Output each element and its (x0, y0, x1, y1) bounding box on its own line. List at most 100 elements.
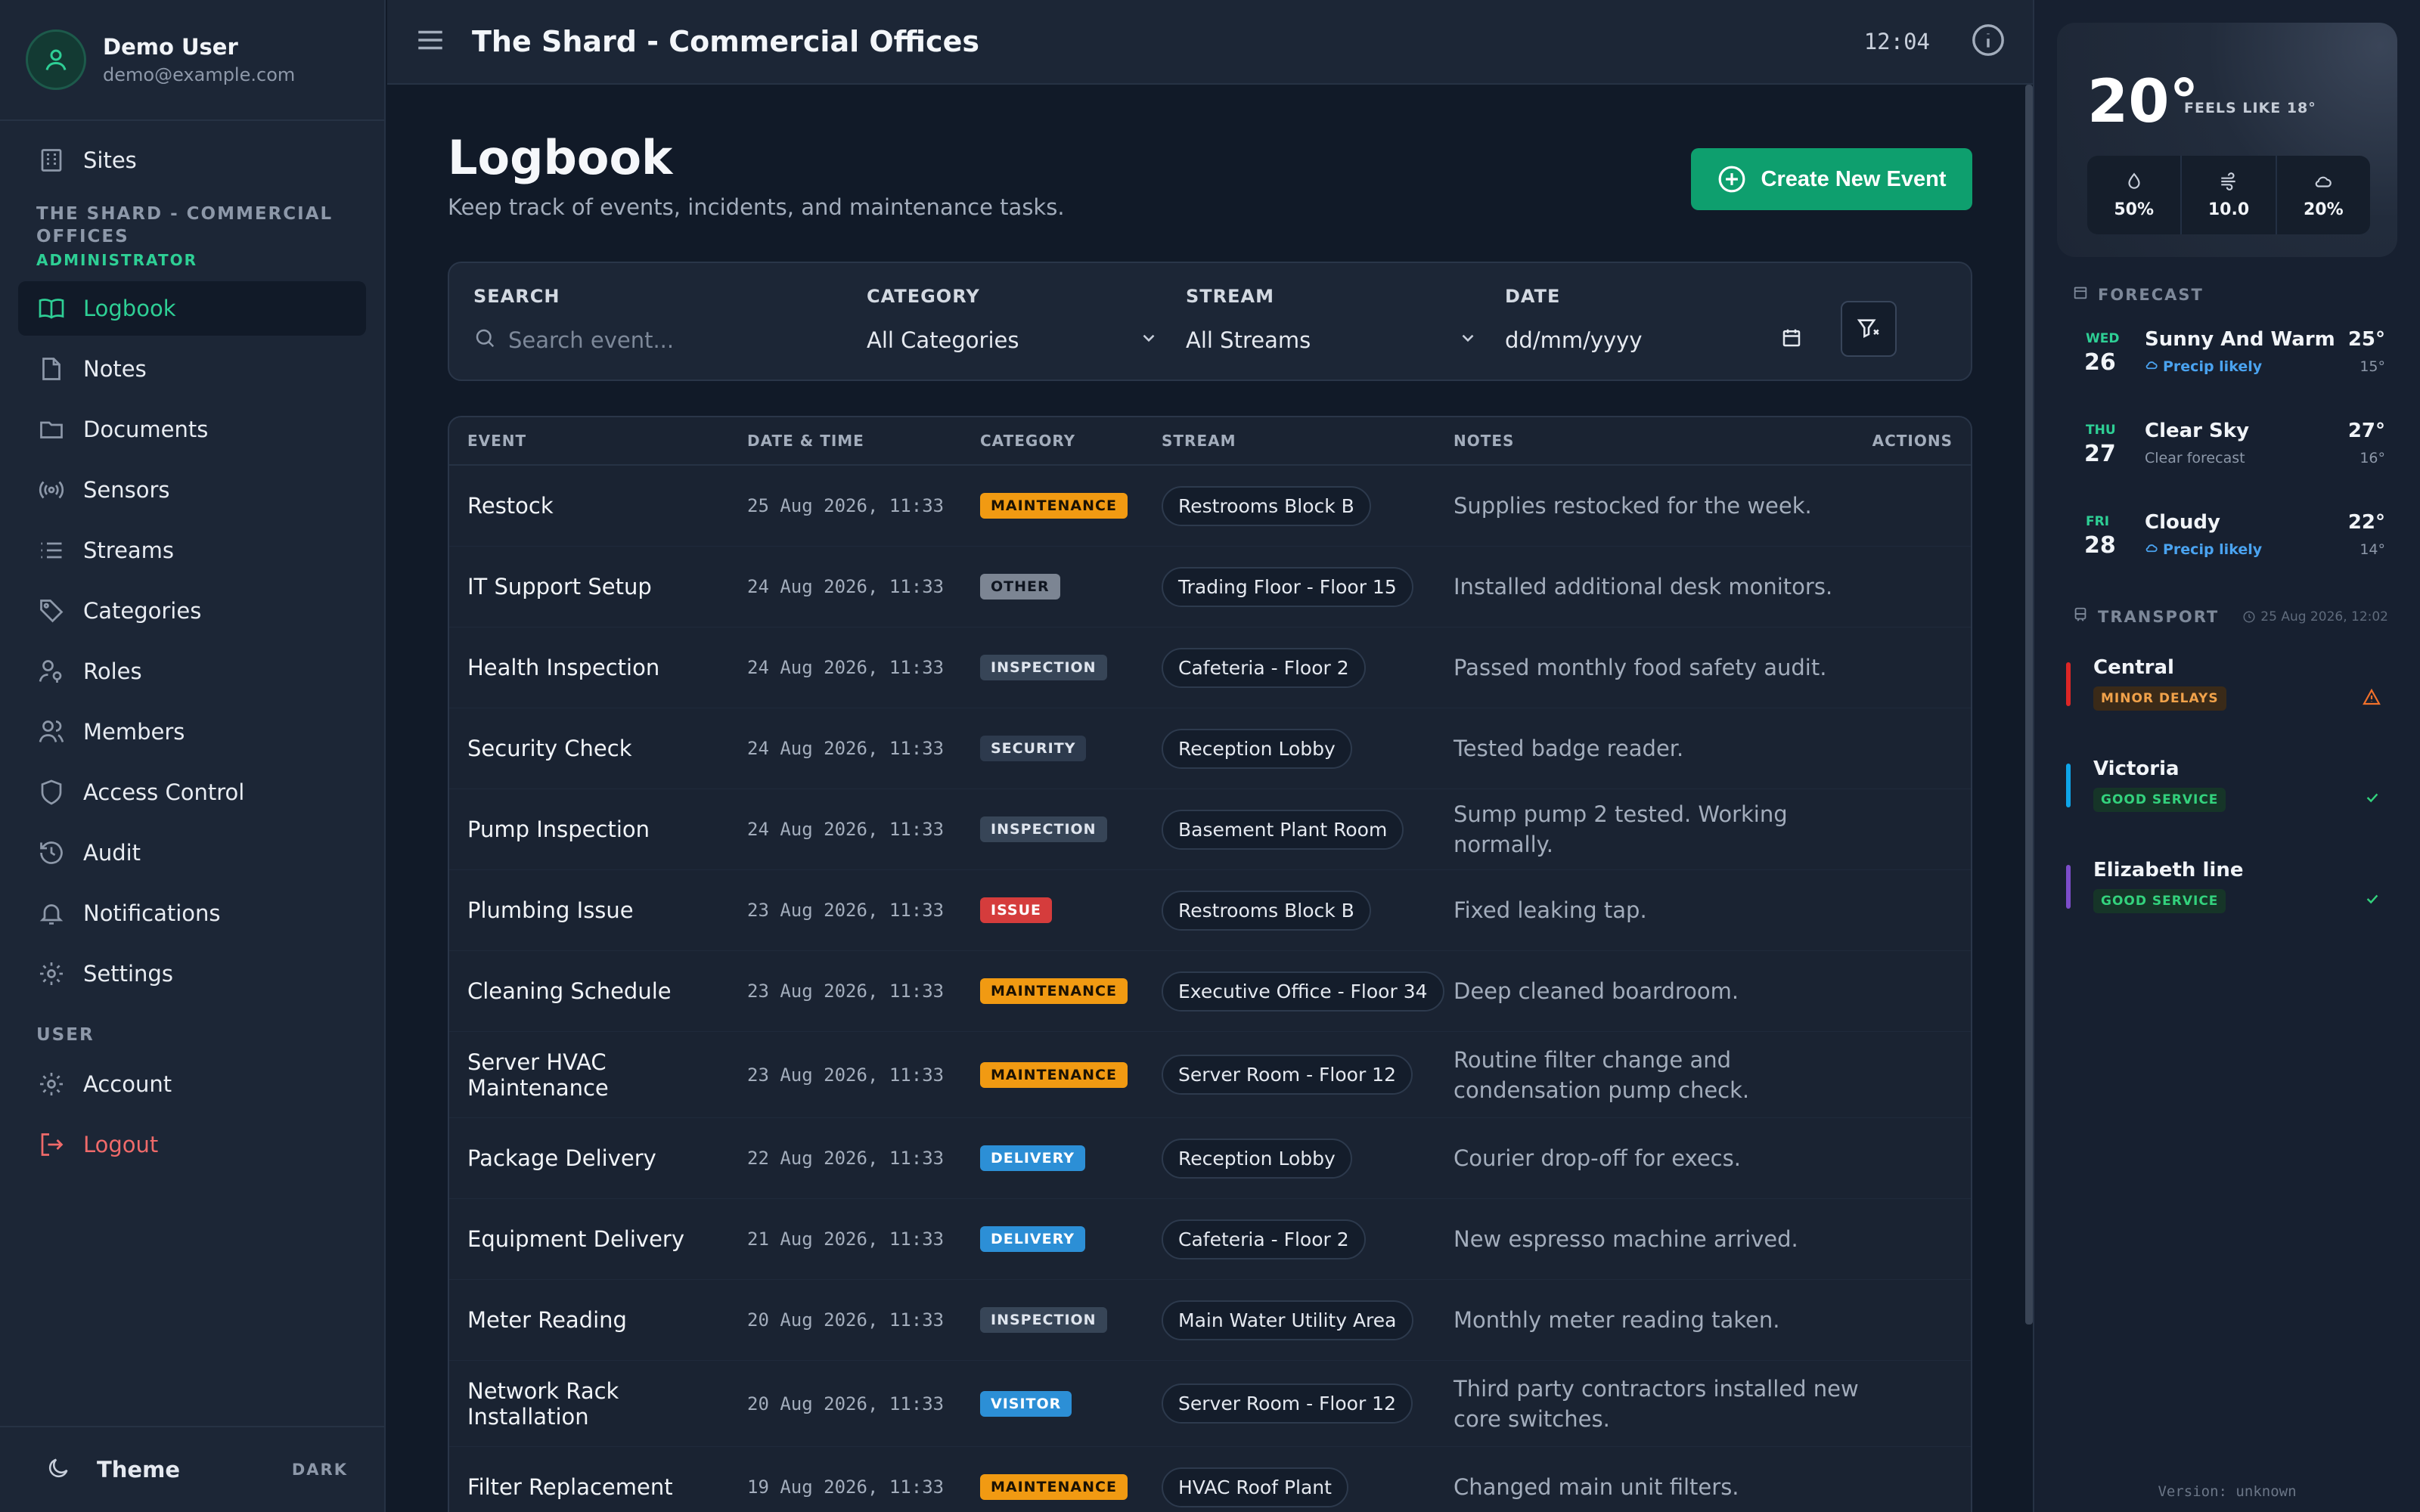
table-body: Restock 25 Aug 2026, 11:33 MAINTENANCE Rest… (449, 466, 1971, 1512)
stream-pill[interactable]: Basement Plant Room (1162, 809, 1404, 850)
event-stream: Restrooms Block B (1162, 890, 1454, 931)
current-temperature: 20° (2087, 68, 2199, 136)
forecast-high: 25° (2347, 328, 2385, 351)
sidebar-item-categories[interactable]: Categories (18, 584, 366, 638)
table-row[interactable]: Package Delivery 22 Aug 2026, 11:33 DELIVE… (449, 1118, 1971, 1199)
event-category: MAINTENANCE (980, 1061, 1162, 1088)
table-row[interactable]: Pump Inspection 24 Aug 2026, 11:33 INSPECT… (449, 789, 1971, 870)
stream-pill[interactable]: Restrooms Block B (1162, 890, 1371, 931)
sidebar-item-logout[interactable]: Logout (18, 1117, 366, 1172)
table-row[interactable]: IT Support Setup 24 Aug 2026, 11:33 OTHER T… (449, 547, 1971, 627)
table-row[interactable]: Meter Reading 20 Aug 2026, 11:33 INSPECTIO… (449, 1280, 1971, 1361)
main-scrollbar[interactable] (2025, 85, 2033, 1325)
table-row[interactable]: Network Rack Installation 20 Aug 2026, 11… (449, 1361, 1971, 1447)
sidebar-item-documents[interactable]: Documents (18, 402, 366, 457)
sidebar-item-notifications[interactable]: Notifications (18, 886, 366, 940)
table-row[interactable]: Security Check 24 Aug 2026, 11:33 SECURITY… (449, 708, 1971, 789)
category-badge: INSPECTION (980, 655, 1107, 680)
sidebar-item-streams[interactable]: Streams (18, 523, 366, 578)
transport-line[interactable]: Central MINOR DELAYS (2066, 652, 2391, 735)
menu-icon[interactable] (414, 24, 446, 59)
theme-toggle[interactable]: Theme DARK (0, 1426, 384, 1512)
table-row[interactable]: Equipment Delivery 21 Aug 2026, 11:33 DELI… (449, 1199, 1971, 1280)
event-notes: Passed monthly food safety audit. (1454, 655, 1827, 680)
sidebar-item-sensors[interactable]: Sensors (18, 463, 366, 517)
sidebar-item-account[interactable]: Account (18, 1057, 366, 1111)
date-input[interactable]: dd/mm/yyyy (1505, 318, 1803, 363)
event-notes: Tested badge reader. (1454, 736, 1684, 761)
stream-pill[interactable]: Cafeteria - Floor 2 (1162, 1219, 1366, 1259)
stream-pill[interactable]: Reception Lobby (1162, 728, 1352, 769)
table-row[interactable]: Filter Replacement 19 Aug 2026, 11:33 MAIN… (449, 1447, 1971, 1512)
humidity-value: 50% (2114, 200, 2154, 219)
event-name: Health Inspection (467, 655, 660, 680)
stream-pill[interactable]: Trading Floor - Floor 15 (1162, 566, 1413, 607)
forecast-heading: FORECAST (2072, 284, 2204, 305)
transport-line[interactable]: Elizabeth line GOOD SERVICE (2066, 854, 2391, 937)
sidebar-item-label: Audit (83, 840, 141, 866)
folder-icon (36, 414, 67, 445)
date-label: DATE (1505, 286, 1561, 307)
event-date: 23 Aug 2026, 11:33 (747, 981, 945, 1002)
stream-pill[interactable]: Executive Office - Floor 34 (1162, 971, 1444, 1012)
category-badge: SECURITY (980, 736, 1087, 761)
event-date: 21 Aug 2026, 11:33 (747, 1228, 945, 1250)
sidebar-item-access-control[interactable]: Access Control (18, 765, 366, 820)
col-stream[interactable]: STREAM (1162, 432, 1454, 450)
calendar-icon[interactable] (1780, 327, 1803, 355)
event-date: 24 Aug 2026, 11:33 (747, 576, 945, 597)
info-icon[interactable] (1971, 23, 2006, 60)
stream-pill[interactable]: HVAC Roof Plant (1162, 1467, 1348, 1507)
cloud-value: 20% (2303, 200, 2344, 219)
stream-pill[interactable]: Reception Lobby (1162, 1138, 1352, 1179)
sidebar-item-members[interactable]: Members (18, 705, 366, 759)
sidebar-item-label: Notes (83, 356, 147, 382)
date-filter: DATE dd/mm/yyyy (1505, 286, 1803, 363)
cloud-icon (2313, 172, 2333, 194)
event-category: INSPECTION (980, 1307, 1162, 1333)
sidebar-item-logbook[interactable]: Logbook (18, 281, 366, 336)
sidebar-item-roles[interactable]: Roles (18, 644, 366, 699)
clear-filters-button[interactable] (1841, 301, 1897, 357)
sidebar-item-settings[interactable]: Settings (18, 947, 366, 1001)
event-name: Plumbing Issue (467, 897, 634, 923)
transport-line[interactable]: Victoria GOOD SERVICE (2066, 753, 2391, 836)
sidebar-item-audit[interactable]: Audit (18, 826, 366, 880)
create-event-button[interactable]: Create New Event (1691, 148, 1972, 210)
stream-pill[interactable]: Server Room - Floor 12 (1162, 1383, 1413, 1424)
event-name: Restock (467, 493, 554, 519)
event-date: 19 Aug 2026, 11:33 (747, 1476, 945, 1498)
stream-select[interactable]: All Streams (1186, 318, 1478, 363)
events-table: EVENT DATE & TIME CATEGORY STREAM NOTES … (448, 416, 1972, 1512)
col-event[interactable]: EVENT (449, 432, 747, 450)
user-card[interactable]: Demo User demo@example.com (0, 0, 384, 121)
event-date: 23 Aug 2026, 11:33 (747, 900, 945, 921)
users-icon (36, 717, 67, 747)
search-input[interactable]: Search event... (473, 318, 836, 363)
stream-pill[interactable]: Cafeteria - Floor 2 (1162, 647, 1366, 688)
stream-pill[interactable]: Main Water Utility Area (1162, 1300, 1413, 1340)
event-date: 24 Aug 2026, 11:33 (747, 657, 945, 678)
table-row[interactable]: Health Inspection 24 Aug 2026, 11:33 INSPE… (449, 627, 1971, 708)
stream-pill[interactable]: Server Room - Floor 12 (1162, 1055, 1413, 1095)
category-badge: OTHER (980, 574, 1060, 600)
table-row[interactable]: Server HVAC Maintenance 23 Aug 2026, 11:3… (449, 1032, 1971, 1118)
check-icon (2364, 789, 2381, 809)
table-row[interactable]: Restock 25 Aug 2026, 11:33 MAINTENANCE Rest… (449, 466, 1971, 547)
sidebar-item-sites[interactable]: Sites (18, 133, 366, 187)
col-category[interactable]: CATEGORY (980, 432, 1162, 450)
event-name: IT Support Setup (467, 574, 652, 600)
forecast-high: 22° (2347, 511, 2385, 534)
sidebar-item-notes[interactable]: Notes (18, 342, 366, 396)
rain-icon (2145, 544, 2158, 553)
col-date[interactable]: DATE & TIME (747, 432, 980, 450)
stream-pill[interactable]: Restrooms Block B (1162, 485, 1371, 526)
table-row[interactable]: Cleaning Schedule 23 Aug 2026, 11:33 MAINT… (449, 951, 1971, 1032)
event-name: Cleaning Schedule (467, 978, 672, 1004)
check-icon (2364, 891, 2381, 910)
table-row[interactable]: Plumbing Issue 23 Aug 2026, 11:33 ISSUE Res… (449, 870, 1971, 951)
forecast-day: WED 26 Sunny And Warm Precip likely 25° 15° (2072, 321, 2385, 396)
category-select[interactable]: All Categories (867, 318, 1159, 363)
event-stream: Cafeteria - Floor 2 (1162, 1219, 1454, 1259)
user-icon (45, 49, 67, 70)
